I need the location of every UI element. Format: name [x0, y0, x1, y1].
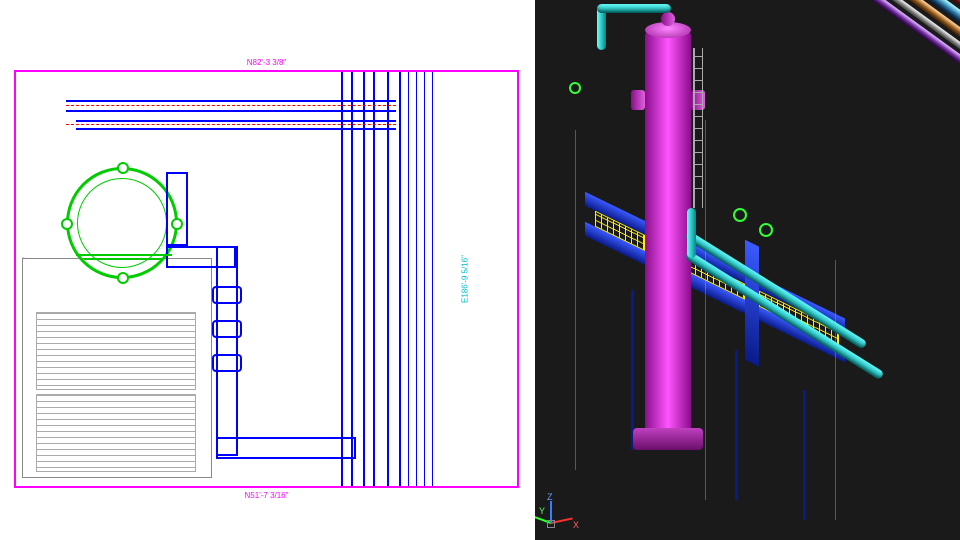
pipe-hdr-4: [76, 128, 396, 130]
axis-y-label: Y: [539, 506, 545, 516]
dimension-east-cyan: E186'-9 5/16": [461, 255, 470, 303]
pipe-vert-6: [399, 72, 401, 486]
tower-skirt: [633, 428, 703, 450]
support-line-2: [84, 258, 164, 260]
grid-line-1: [575, 130, 576, 470]
dimension-north-bottom: N51'-7 3/16": [245, 491, 289, 500]
pipe-vert-9: [424, 72, 425, 486]
dimension-north-top: N82'-3 3/8": [247, 58, 287, 67]
pipe-hdr-3: [76, 120, 396, 122]
column-1: [631, 290, 634, 450]
valve-1: [212, 286, 242, 304]
plan-extents-border: N82'-3 3/8" N51'-7 3/16" E141'-1 1/2" E1…: [14, 70, 519, 488]
pipe-vert-4: [373, 72, 375, 486]
grating-panel-2: [36, 394, 196, 472]
valve-2: [212, 320, 242, 338]
centerline-1: [66, 105, 396, 106]
ucs-origin-box: [547, 520, 555, 528]
column-2: [735, 350, 738, 500]
pipe-vert-8: [416, 72, 417, 486]
column-3: [803, 390, 806, 520]
valve-3: [212, 354, 242, 372]
nozzle-n2: [117, 272, 129, 284]
pipe-run-bottom: [216, 437, 356, 459]
centerline-2: [66, 124, 396, 125]
support-line-1: [76, 254, 172, 256]
pipe-vert-7: [408, 72, 409, 486]
rack-pipe-3: [753, 0, 960, 189]
rack-pipe-8: [716, 0, 960, 240]
pipe-vert-1: [341, 72, 343, 486]
pipe-vert-3: [363, 72, 365, 486]
tower-nozzle-top: [661, 12, 675, 26]
plan-view-2d[interactable]: N82'-3 3/8" N51'-7 3/16" E141'-1 1/2" E1…: [0, 0, 535, 540]
ucs-triad-icon: X Y Z: [545, 470, 605, 530]
model-view-3d[interactable]: X Y Z: [535, 0, 960, 540]
vertical-vessel-tower: [645, 30, 691, 450]
pipe-riser-a: [166, 172, 188, 246]
nozzle-n3: [61, 218, 73, 230]
grid-line-3: [835, 260, 836, 520]
valve-handwheel-3: [569, 82, 581, 94]
tower-nozzle-1: [631, 90, 645, 110]
grid-line-2: [705, 120, 706, 500]
cyan-tap-vert: [687, 208, 696, 258]
axis-x-label: X: [573, 520, 579, 530]
valve-handwheel-2: [759, 223, 773, 237]
pipe-vert-10: [432, 72, 433, 486]
pipe-hdr-2: [66, 110, 396, 112]
axis-z-label: Z: [547, 492, 553, 502]
valve-handwheel-1: [733, 208, 747, 222]
cyan-pipe-top: [597, 4, 671, 13]
pipe-vert-2: [351, 72, 353, 486]
pipe-vert-5: [387, 72, 389, 486]
cage-ladder: [693, 48, 703, 208]
vessel-plan-circle: [66, 167, 178, 279]
pipe-drop-a: [216, 246, 238, 456]
nozzle-n1: [117, 162, 129, 174]
pipe-hdr-1: [66, 100, 396, 102]
grating-panel-1: [36, 312, 196, 390]
